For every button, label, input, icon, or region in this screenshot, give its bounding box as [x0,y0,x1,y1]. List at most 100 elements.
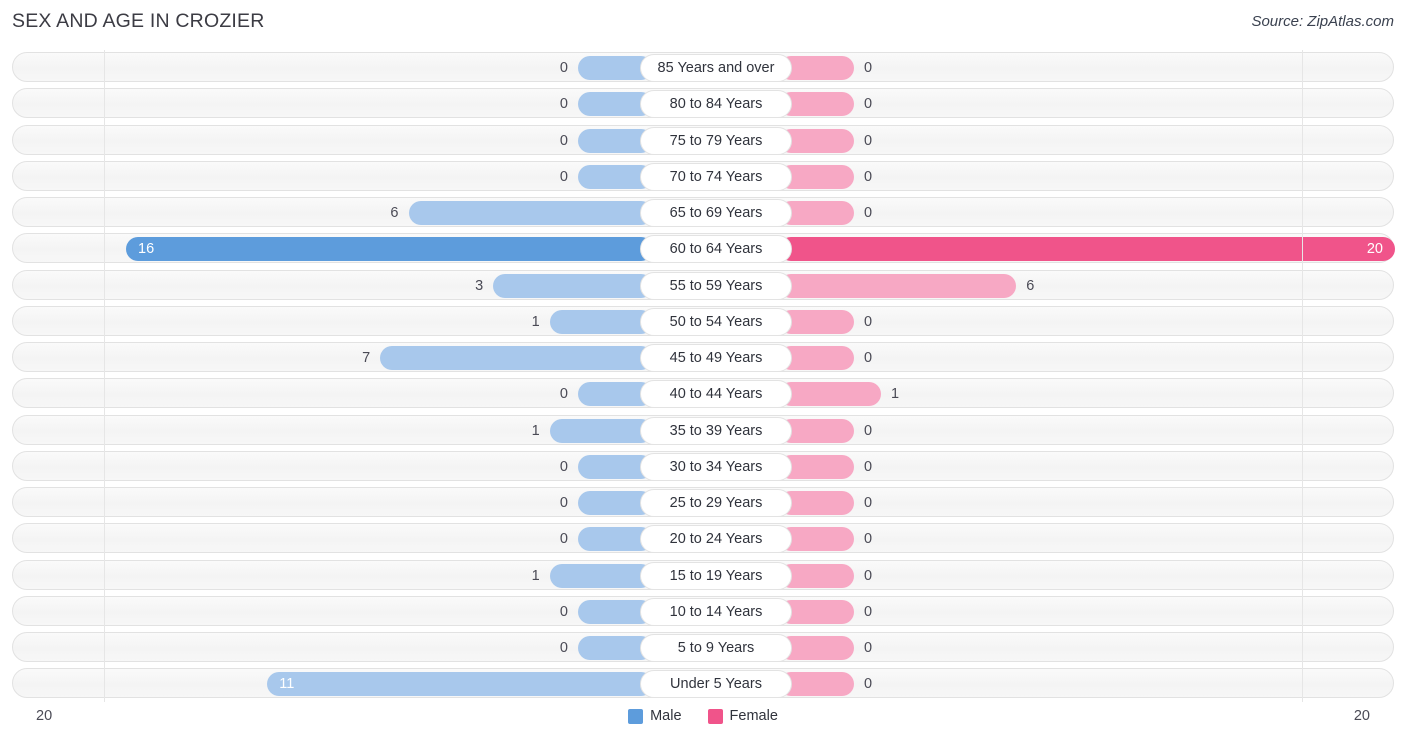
row-bars: 11 0 Under 5 Years [13,669,1395,699]
value-label-female: 0 [864,313,873,330]
bar-male[interactable] [126,237,653,262]
value-label-male: 0 [559,60,568,76]
gridline [1302,50,1303,702]
age-group-row: 0 0 70 to 74 Years [12,160,1394,191]
row-bars: 1 0 50 to 54 Years [13,307,1395,337]
age-group-row: 1 0 50 to 54 Years [12,305,1395,337]
bar-male[interactable] [380,346,653,370]
age-group-label[interactable]: 65 to 69 Years [640,199,792,227]
row-bars: 3 6 55 to 59 Years [13,271,1395,301]
value-label-female: 0 [864,567,873,584]
bar-male[interactable] [549,563,653,588]
row-bars: 16 20 60 to 64 Years [13,234,1395,264]
plot-area: 0 0 85 Years and over 0 0 80 to 84 Years 0 0 75 … [12,50,1395,702]
value-label-male: 0 [559,640,568,656]
age-group-row: 11 0 Under 5 Years [12,668,1395,699]
chart-legend: Male Female [0,708,1406,724]
age-group-label[interactable]: 85 Years and over [640,54,792,82]
row-bars: 0 0 30 to 34 Years [13,452,1395,482]
age-group-label[interactable]: 30 to 34 Years [640,452,792,481]
value-label-male: 0 [559,531,568,548]
value-label-male: 3 [475,277,484,294]
age-group-label[interactable]: 5 to 9 Years [640,634,792,662]
value-label-female: 0 [864,640,873,656]
value-label-female: 0 [864,458,873,475]
age-group-row: 1 0 15 to 19 Years [12,559,1395,591]
value-label-male: 0 [559,132,568,149]
value-label-female: 20 [1366,241,1383,258]
value-label-male: 1 [531,567,540,584]
population-pyramid-chart: SEX AND AGE IN CROZIER Source: ZipAtlas.… [0,0,1406,739]
bar-male[interactable] [493,273,653,298]
age-group-label[interactable]: 45 to 49 Years [640,344,792,372]
row-bars: 0 0 5 to 9 Years [13,633,1395,663]
age-group-label[interactable]: 15 to 19 Years [640,561,792,590]
value-label-male: 7 [362,350,371,366]
age-group-row: 0 0 75 to 79 Years [12,124,1394,155]
age-group-row: 0 0 20 to 24 Years [12,523,1394,554]
bar-male[interactable] [408,201,653,225]
value-label-male: 1 [531,422,540,439]
value-label-male: 0 [559,96,568,113]
age-group-label[interactable]: 10 to 14 Years [640,597,792,626]
age-group-label[interactable]: 20 to 24 Years [640,525,792,554]
age-group-label[interactable]: 25 to 29 Years [640,489,792,517]
age-group-label[interactable]: 60 to 64 Years [640,235,792,264]
value-label-female: 0 [864,60,873,76]
value-label-female: 0 [864,96,873,113]
bar-female[interactable] [779,273,1017,298]
row-bars: 0 1 40 to 44 Years [13,379,1395,409]
value-label-female: 0 [864,495,873,511]
value-label-female: 6 [1026,277,1035,294]
age-group-row: 0 0 10 to 14 Years [12,595,1395,627]
age-group-label[interactable]: 55 to 59 Years [640,271,792,300]
age-group-row: 0 0 85 Years and over [12,52,1394,82]
age-group-row: 0 0 5 to 9 Years [12,632,1394,662]
value-label-female: 0 [864,205,873,221]
value-label-female: 0 [864,531,873,548]
value-label-male: 6 [390,205,399,221]
value-label-female: 1 [891,386,900,403]
age-group-row: 0 1 40 to 44 Years [12,378,1395,409]
age-group-label[interactable]: 75 to 79 Years [640,126,792,155]
age-group-label[interactable]: 80 to 84 Years [640,90,792,119]
legend-label-male: Male [650,708,682,724]
gridline [104,50,105,702]
row-bars: 7 0 45 to 49 Years [13,343,1395,373]
value-label-female: 0 [864,422,873,439]
row-bars: 1 0 35 to 39 Years [13,416,1395,446]
source-attribution: Source: ZipAtlas.com [1251,13,1394,30]
legend-item-female[interactable]: Female [707,708,778,724]
age-group-row: 0 0 30 to 34 Years [12,450,1395,482]
row-bars: 0 0 25 to 29 Years [13,488,1395,518]
row-bars: 6 0 65 to 69 Years [13,198,1395,228]
legend-item-male[interactable]: Male [628,708,682,724]
value-label-male: 11 [279,676,295,693]
row-bars: 1 0 15 to 19 Years [13,561,1395,591]
age-group-label[interactable]: 40 to 44 Years [640,380,792,409]
age-group-row: 7 0 45 to 49 Years [12,342,1394,372]
value-label-female: 0 [864,350,873,366]
page-title: SEX AND AGE IN CROZIER [12,10,265,32]
value-label-female: 0 [864,168,873,185]
value-label-male: 1 [531,313,540,330]
age-group-label[interactable]: 50 to 54 Years [640,307,792,336]
legend-swatch-female-icon [707,708,723,724]
age-group-label[interactable]: 70 to 74 Years [640,162,792,191]
legend-label-female: Female [729,708,778,724]
row-bars: 0 0 80 to 84 Years [13,89,1395,119]
value-label-male: 0 [559,168,568,185]
age-group-label[interactable]: Under 5 Years [640,670,792,699]
bar-male[interactable] [549,418,653,443]
value-label-female: 0 [864,603,873,620]
bar-male[interactable] [549,309,653,334]
bar-female[interactable] [779,382,882,407]
age-group-label[interactable]: 35 to 39 Years [640,416,792,445]
age-group-row: 0 0 25 to 29 Years [12,487,1394,517]
chart-header: SEX AND AGE IN CROZIER Source: ZipAtlas.… [0,0,1406,44]
row-bars: 0 0 10 to 14 Years [13,597,1395,627]
chart-footer: 20 20 Male Female [0,702,1406,739]
value-label-male: 0 [559,386,568,403]
value-label-female: 0 [864,132,873,149]
age-group-row: 16 20 60 to 64 Years [12,233,1395,264]
